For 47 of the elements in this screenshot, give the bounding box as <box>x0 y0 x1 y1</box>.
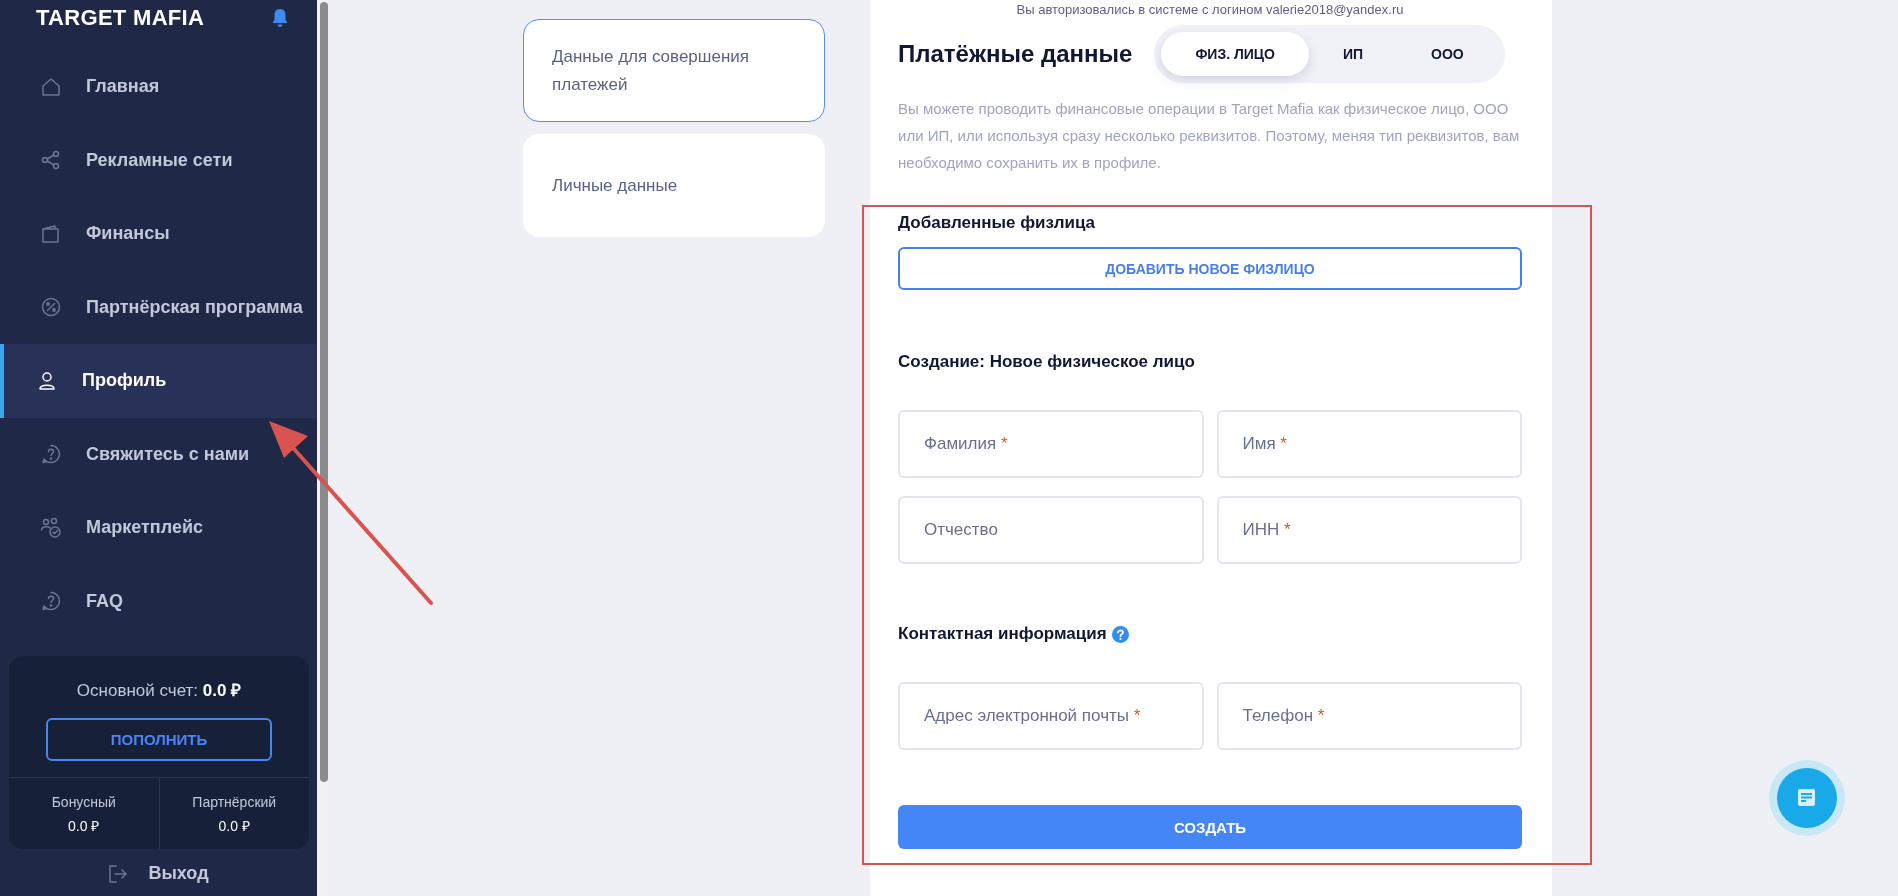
share-icon <box>40 149 62 172</box>
nav-item[interactable]: Главная <box>0 50 317 124</box>
logo-text: TARGET MAFIA <box>36 5 205 31</box>
scrollbar-thumb[interactable] <box>319 2 328 782</box>
input-field[interactable]: Фамилия * <box>898 410 1204 478</box>
question-icon <box>40 590 62 613</box>
account-amount: 0.0 ₽ <box>68 817 100 835</box>
nav-item[interactable]: FAQ <box>0 564 317 638</box>
account-label: Партнёрский <box>192 794 277 810</box>
subsection-title: Создание: Новое физическое лицо <box>898 352 1196 372</box>
description-text: Вы можете проводить финансовые операции в Target Mafia как физическое лицо, ООО или ИП, или используя сразу несколько реквизитов. Поэтому, меняя тип реквизитов, вам необходимо сохранить их в профиле. <box>898 99 1521 173</box>
section-title: Платёжные данные <box>898 40 1133 68</box>
nav-item[interactable]: Финансы <box>0 197 317 271</box>
add-person-button[interactable]: ДОБАВИТЬ НОВОЕ ФИЗЛИЦО <box>898 247 1522 290</box>
create-button[interactable]: СОЗДАТЬ <box>898 805 1522 849</box>
type-tab[interactable]: ИП <box>1308 32 1398 76</box>
nav-item[interactable]: Партнёрская программа <box>0 270 317 344</box>
nav-item[interactable]: Профиль <box>0 344 317 418</box>
bell-icon[interactable] <box>271 8 289 28</box>
percent-icon <box>40 296 62 319</box>
nav-item[interactable]: Маркетплейс <box>0 491 317 565</box>
balance-label: Основной счет: 0.0 ₽ <box>76 680 242 701</box>
input-field[interactable]: ИНН * <box>1216 496 1522 564</box>
subsection-title: Контактная информация <box>898 624 1107 644</box>
account-label: Бонусный <box>51 794 116 810</box>
logout-icon <box>108 863 129 884</box>
section-tab[interactable]: Данные для совершения платежей <box>523 19 825 122</box>
nav-item[interactable]: Свяжитесь с нами <box>0 417 317 491</box>
logout-link[interactable]: Выход <box>0 863 317 884</box>
section-tab[interactable]: Личные данные <box>523 134 825 237</box>
help-icon[interactable] <box>1111 625 1129 643</box>
type-tab[interactable]: ООО <box>1397 32 1498 76</box>
users-check-icon <box>40 516 62 539</box>
input-field[interactable]: Телефон * <box>1216 682 1522 750</box>
top-up-button[interactable]: ПОПОЛНИТЬ <box>46 718 272 761</box>
input-field[interactable]: Отчество <box>898 496 1204 564</box>
question-icon <box>40 443 62 466</box>
wallet-icon <box>40 222 62 245</box>
input-field[interactable]: Адрес электронной почты * <box>898 682 1204 750</box>
user-icon <box>36 369 58 392</box>
input-field[interactable]: Имя * <box>1216 410 1522 478</box>
account-amount: 0.0 ₽ <box>218 817 250 835</box>
login-note: Вы авторизовались в системе с логином valerie2018@yandex.ru <box>1015 2 1405 17</box>
home-icon <box>40 75 62 98</box>
subsection-title: Добавленные физлица <box>898 213 1097 233</box>
type-tab[interactable]: ФИЗ. ЛИЦО <box>1161 32 1309 76</box>
nav-item[interactable]: Рекламные сети <box>0 123 317 197</box>
